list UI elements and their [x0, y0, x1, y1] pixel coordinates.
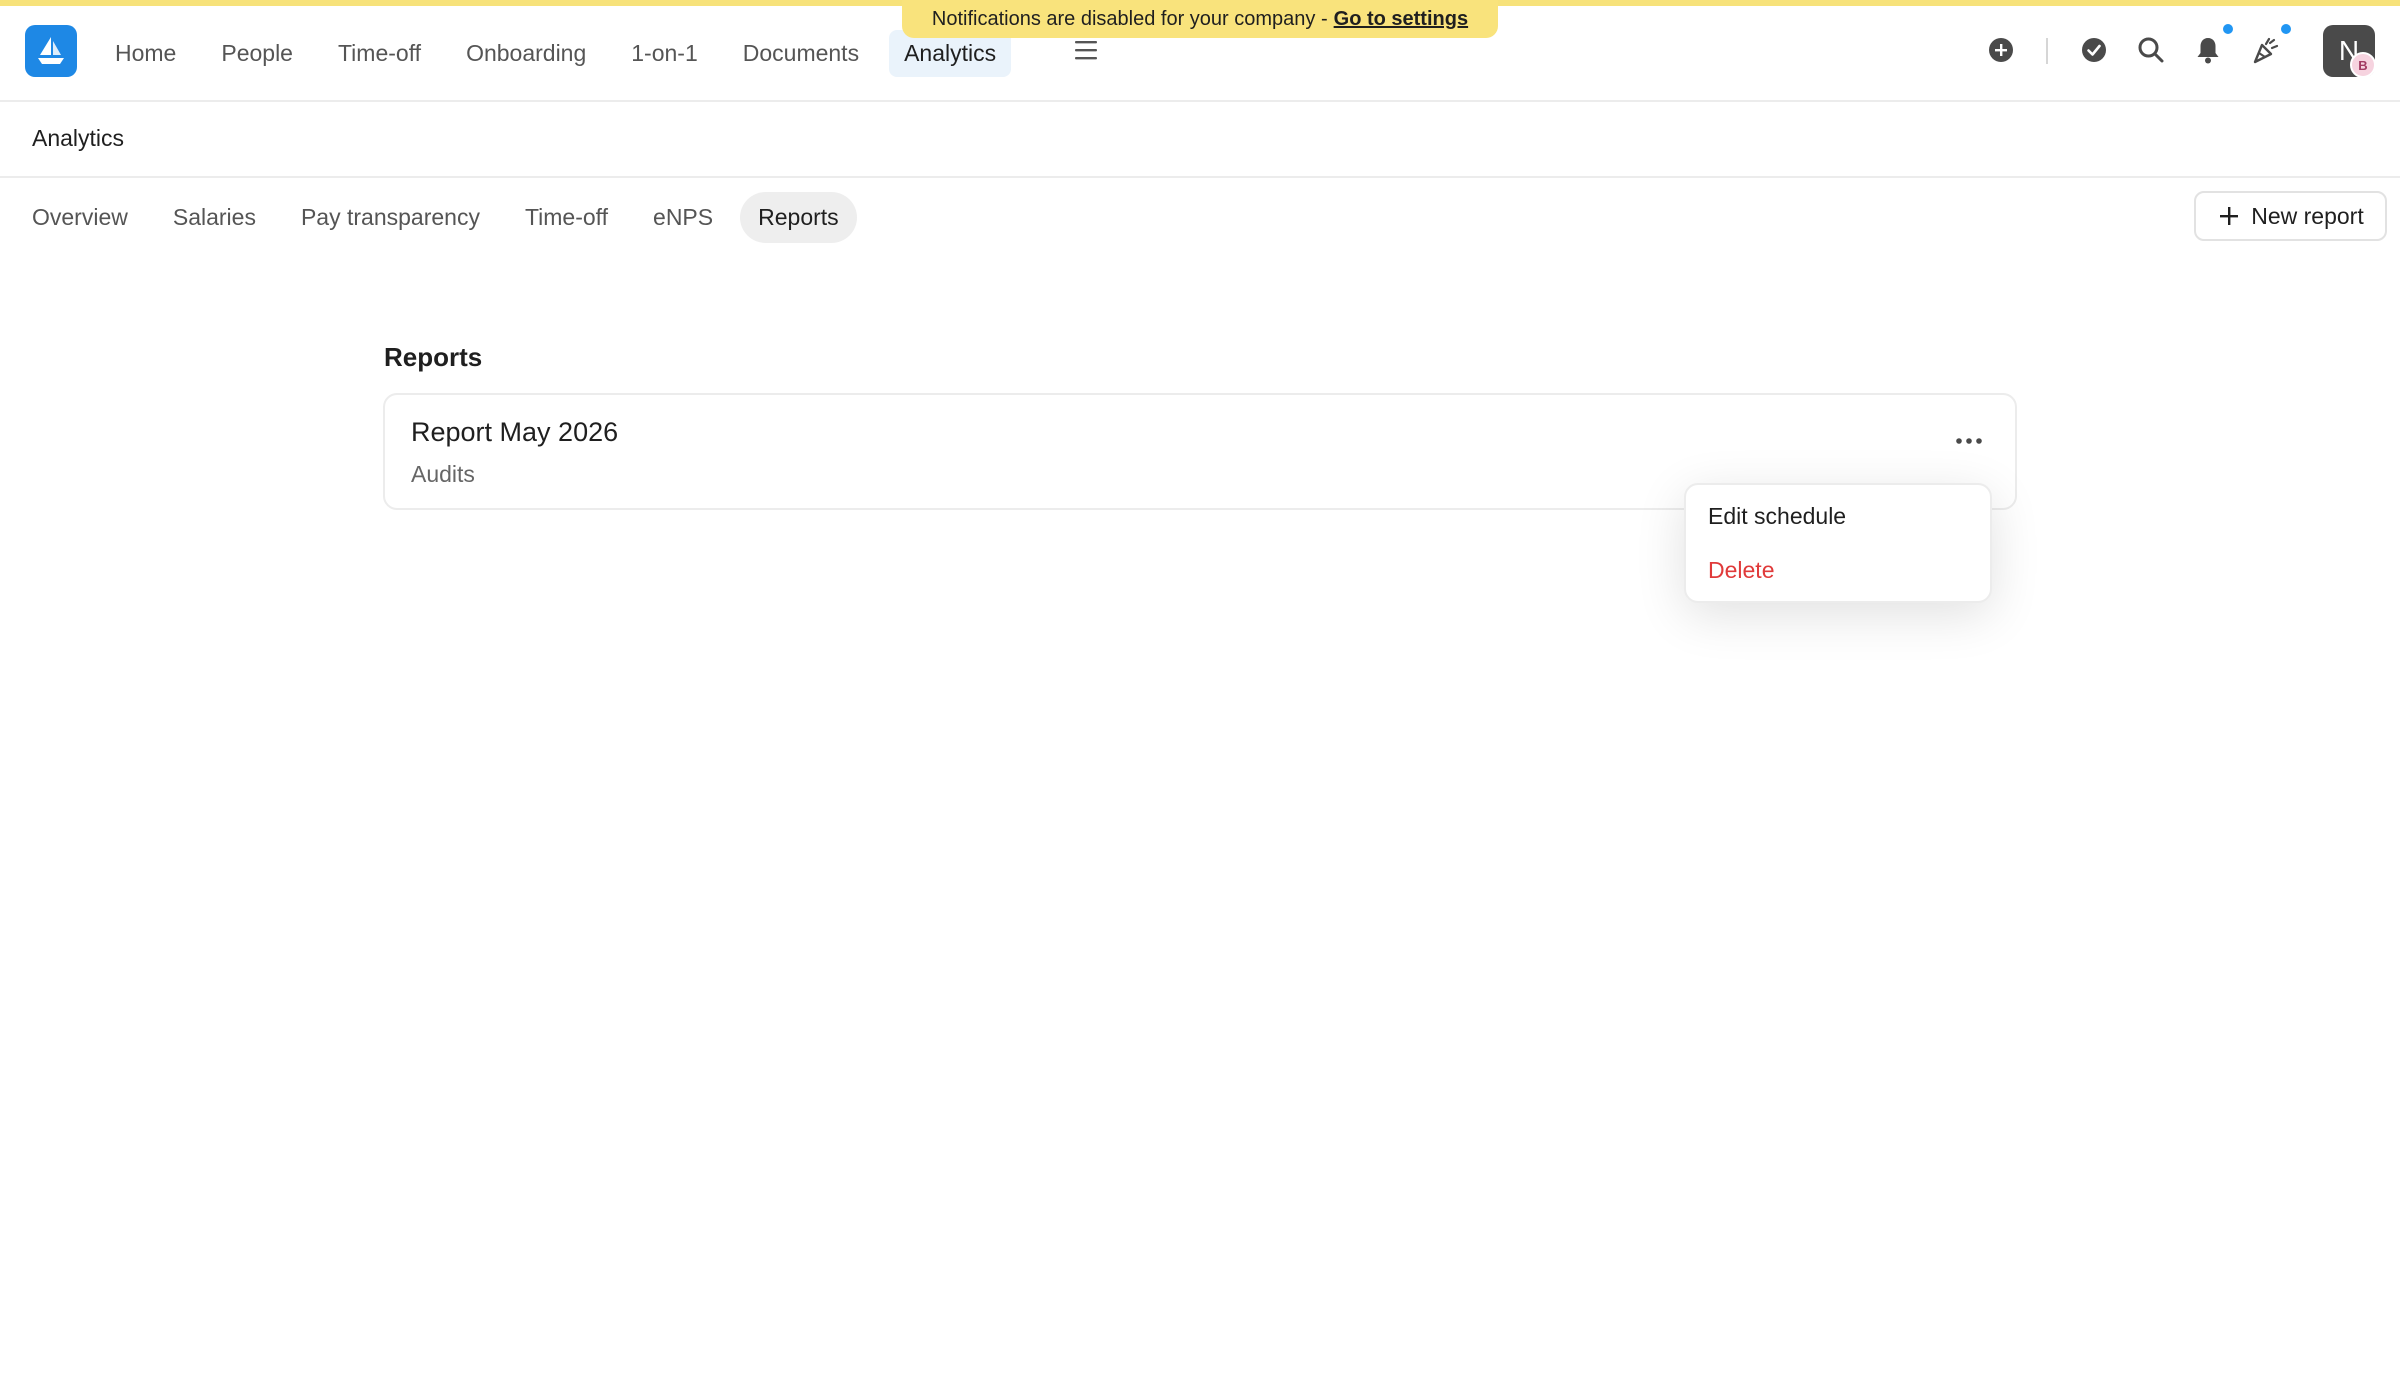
nav-item-time-off[interactable]: Time-off [323, 30, 436, 77]
bell-icon[interactable] [2191, 33, 2225, 67]
party-popper-icon[interactable] [2249, 33, 2283, 67]
nav-item-documents[interactable]: Documents [728, 30, 874, 77]
nav-item-1-on-1[interactable]: 1-on-1 [616, 30, 712, 77]
go-to-settings-link[interactable]: Go to settings [1334, 8, 1468, 31]
tab-time-off[interactable]: Time-off [507, 192, 626, 243]
tab-overview[interactable]: Overview [14, 192, 146, 243]
new-report-label: New report [2251, 202, 2364, 229]
sailboat-icon [38, 37, 64, 64]
report-options-menu: Edit schedule Delete [1684, 483, 1992, 603]
section-header [0, 104, 2400, 178]
company-badge: B [2350, 52, 2376, 78]
notification-dot [2221, 22, 2235, 36]
more-options-button[interactable] [1949, 421, 1989, 461]
plus-icon [2220, 207, 2239, 225]
tab-enps[interactable]: eNPS [635, 192, 731, 243]
header-divider [2046, 38, 2048, 64]
nav-item-home[interactable]: Home [100, 30, 191, 77]
report-type: Audits [411, 461, 475, 487]
analytics-tabs: Overview Salaries Pay transparency Time-… [14, 192, 866, 243]
tab-reports[interactable]: Reports [740, 192, 857, 243]
nav-item-people[interactable]: People [206, 30, 308, 77]
more-horizontal-icon [1956, 438, 1982, 444]
notification-banner: Notifications are disabled for your comp… [902, 0, 1498, 38]
hamburger-menu-icon[interactable] [1073, 37, 1099, 68]
tab-pay-transparency[interactable]: Pay transparency [283, 192, 498, 243]
add-circle-icon[interactable] [1984, 33, 2018, 67]
banner-message: Notifications are disabled for your comp… [931, 7, 1328, 30]
app-logo[interactable] [25, 25, 77, 77]
reports-heading: Reports [384, 342, 483, 372]
tab-salaries[interactable]: Salaries [155, 192, 274, 243]
edit-schedule-menu-item[interactable]: Edit schedule [1708, 503, 1846, 530]
check-circle-icon[interactable] [2077, 33, 2111, 67]
nav-item-onboarding[interactable]: Onboarding [451, 30, 601, 77]
search-icon[interactable] [2134, 33, 2168, 67]
page-title: Analytics [32, 125, 125, 151]
updates-dot [2279, 22, 2293, 36]
report-name: Report May 2026 [411, 417, 619, 447]
new-report-button[interactable]: New report [2194, 191, 2387, 241]
delete-menu-item[interactable]: Delete [1708, 557, 1774, 584]
main-nav: Home People Time-off Onboarding 1-on-1 D… [100, 30, 1026, 77]
